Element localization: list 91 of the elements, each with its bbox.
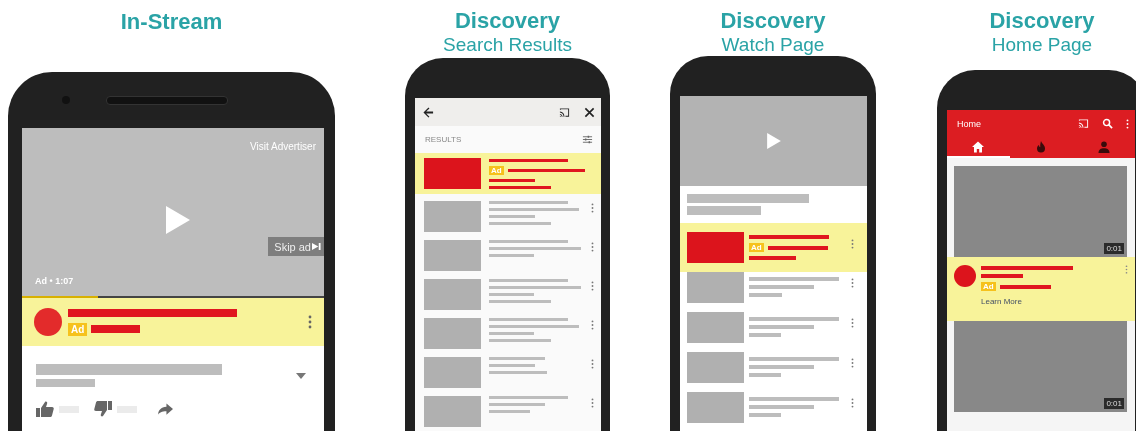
text-placeholder-bar: [489, 254, 534, 257]
text-placeholder-bar: [749, 365, 814, 369]
thumbs-up-icon[interactable]: [36, 401, 54, 417]
ad-badge: Ad: [68, 322, 88, 336]
duration-label: 0:01: [1104, 243, 1124, 254]
ad-card[interactable]: Ad Learn More: [947, 257, 1135, 321]
text-placeholder-bar: [749, 325, 814, 329]
text-placeholder-bar: [749, 293, 782, 297]
home-icon: [972, 140, 985, 153]
more-icon[interactable]: [591, 242, 594, 252]
ad-badge: Ad: [981, 282, 996, 291]
ad-thumbnail: [687, 232, 744, 263]
video-thumbnail[interactable]: [424, 279, 481, 310]
advertiser-avatar: [34, 308, 62, 336]
panel-title: Discovery: [989, 8, 1095, 34]
more-icon[interactable]: [591, 359, 594, 369]
text-placeholder-bar: [749, 333, 781, 337]
more-icon[interactable]: [591, 281, 594, 291]
text-placeholder-bar: [489, 339, 551, 342]
filter-icon[interactable]: [582, 134, 593, 145]
learn-more-link[interactable]: Learn More: [981, 297, 1120, 306]
text-placeholder-bar: [489, 371, 547, 374]
ad-thumbnail: [424, 158, 481, 189]
more-icon[interactable]: [591, 203, 594, 213]
more-icon[interactable]: [1125, 265, 1128, 274]
ad-text-bar: [749, 256, 796, 260]
video-thumbnail[interactable]: [424, 396, 481, 427]
text-placeholder-bar: [749, 373, 781, 377]
video-thumbnail[interactable]: [424, 201, 481, 232]
text-placeholder-bar: [489, 215, 535, 218]
video-thumbnail[interactable]: [687, 312, 744, 343]
video-thumbnail[interactable]: [424, 318, 481, 349]
text-placeholder-bar: [489, 357, 545, 360]
header-title: Home: [957, 118, 981, 129]
ad-url-bar: [91, 325, 141, 333]
more-icon[interactable]: [851, 358, 854, 368]
ad-url-bar: [999, 284, 1051, 289]
more-icon[interactable]: [591, 398, 594, 408]
text-placeholder-bar: [489, 293, 534, 296]
text-placeholder-bar: [489, 222, 551, 225]
text-placeholder-bar: [749, 405, 814, 409]
text-placeholder-bar: [489, 410, 530, 413]
duration-label: 0:01: [1104, 398, 1124, 409]
panel-subtitle: Search Results: [443, 34, 572, 56]
more-icon[interactable]: [1126, 118, 1129, 129]
video-thumbnail[interactable]: 0:01: [954, 166, 1127, 257]
caret-icon[interactable]: [296, 372, 306, 379]
cast-icon[interactable]: [559, 106, 570, 118]
person-icon: [1097, 140, 1110, 153]
results-label: RESULTS: [425, 135, 462, 144]
text-placeholder-bar: [489, 364, 535, 367]
text-placeholder-bar: [489, 332, 534, 335]
video-thumbnail[interactable]: [687, 272, 744, 303]
ad-text-bar: [767, 245, 828, 250]
skip-icon: [312, 242, 321, 251]
video-thumbnail[interactable]: [424, 357, 481, 388]
text-placeholder-bar: [749, 285, 814, 289]
advertiser-avatar: [954, 265, 976, 287]
ad-badge: Ad: [749, 243, 764, 252]
text-placeholder-bar: [749, 413, 781, 417]
ad-time-label: Ad • 1:07: [35, 276, 74, 286]
more-icon[interactable]: [851, 398, 854, 408]
more-icon[interactable]: [591, 320, 594, 330]
more-icon[interactable]: [851, 278, 854, 288]
video-thumbnail[interactable]: [424, 240, 481, 271]
close-icon[interactable]: [584, 106, 595, 118]
panel-title: Discovery: [454, 8, 561, 34]
video-thumbnail[interactable]: 0:01: [954, 321, 1127, 412]
more-icon[interactable]: [851, 238, 854, 249]
back-arrow-icon[interactable]: [423, 106, 434, 118]
video-thumbnail[interactable]: [687, 352, 744, 383]
ad-badge: Ad: [489, 165, 504, 175]
search-icon[interactable]: [1102, 118, 1113, 129]
channel-bar: [36, 379, 95, 387]
thumbs-down-icon[interactable]: [94, 401, 112, 417]
text-placeholder-bar: [489, 403, 545, 406]
ad-text-bar: [489, 185, 551, 189]
more-icon[interactable]: [308, 315, 312, 329]
video-thumbnail[interactable]: [687, 392, 744, 423]
more-icon[interactable]: [851, 318, 854, 328]
ad-text-bar: [981, 274, 1023, 278]
ad-text-bar: [489, 178, 535, 182]
skip-ad-button[interactable]: Skip ad: [268, 237, 324, 256]
panel-subtitle: Watch Page: [721, 34, 825, 56]
visit-advertiser-link[interactable]: Visit Advertiser: [250, 141, 316, 152]
share-icon[interactable]: [158, 403, 173, 415]
text-placeholder-bar: [489, 300, 551, 303]
panel-title: In-Stream: [120, 9, 223, 35]
flame-icon: [1035, 140, 1047, 153]
panel-title: Discovery: [720, 8, 826, 34]
panel-subtitle: Home Page: [991, 34, 1093, 56]
